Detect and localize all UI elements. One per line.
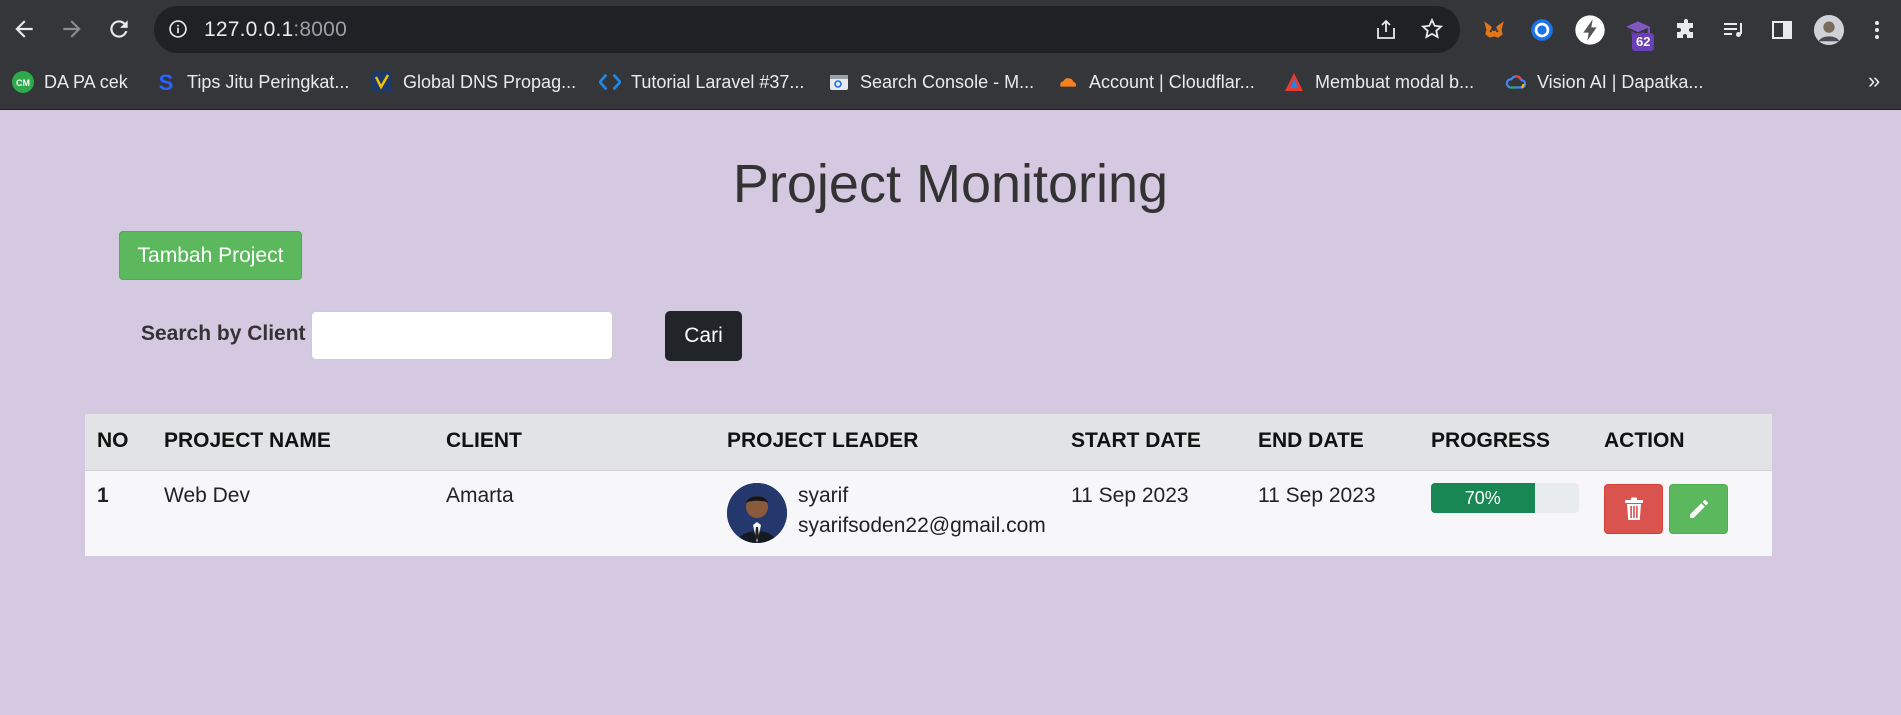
header-action: ACTION xyxy=(1604,429,1685,452)
more-bookmarks-button[interactable]: » xyxy=(1868,68,1880,94)
trash-icon xyxy=(1624,497,1643,520)
search-label: Search by Client xyxy=(141,322,306,345)
pencil-icon xyxy=(1689,500,1708,518)
arrow-left-icon xyxy=(15,20,33,38)
code-icon xyxy=(599,71,621,93)
header-client: CLIENT xyxy=(446,429,522,452)
header-progress: PROGRESS xyxy=(1431,429,1551,452)
dns-icon xyxy=(371,71,393,93)
row-client: Amarta xyxy=(446,484,514,507)
profile-avatar[interactable] xyxy=(1813,14,1845,46)
puzzle-icon[interactable] xyxy=(1670,14,1702,46)
svg-text:S: S xyxy=(159,71,174,93)
leader-avatar xyxy=(727,483,787,543)
info-icon[interactable] xyxy=(168,19,188,39)
header-start-date: START DATE xyxy=(1071,429,1201,452)
edit-button[interactable] xyxy=(1669,484,1728,534)
back-button[interactable] xyxy=(9,14,39,44)
side-panel-icon[interactable] xyxy=(1766,14,1798,46)
search-client-input[interactable] xyxy=(311,311,613,360)
cloudflare-icon xyxy=(1057,71,1079,93)
header-project-name: PROJECT NAME xyxy=(164,429,331,452)
triangle-icon xyxy=(1283,71,1305,93)
star-icon[interactable] xyxy=(1420,17,1444,41)
header-end-date: END DATE xyxy=(1258,429,1364,452)
reading-list-icon[interactable] xyxy=(1718,14,1750,46)
reload-button[interactable] xyxy=(104,14,134,44)
header-project-leader: PROJECT LEADER xyxy=(727,429,919,452)
cm-icon: CM xyxy=(12,71,34,93)
svg-text:CM: CM xyxy=(16,78,30,88)
address-bar[interactable]: 127.0.0.1:8000 xyxy=(154,6,1460,53)
bolt-extension-icon[interactable] xyxy=(1574,14,1606,46)
bookmark-membuat-modal[interactable]: Membuat modal b... xyxy=(1283,70,1474,94)
reload-icon xyxy=(110,20,128,38)
google-cloud-icon xyxy=(1505,71,1527,93)
bookmark-vision-ai[interactable]: Vision AI | Dapatka... xyxy=(1505,70,1703,94)
search-console-icon xyxy=(828,71,850,93)
bookmark-tips-jitu[interactable]: S Tips Jitu Peringkat... xyxy=(155,70,350,94)
browser-toolbar: 127.0.0.1:8000 62 xyxy=(0,0,1901,59)
bookmark-search-console[interactable]: Search Console - M... xyxy=(828,70,1034,94)
s-icon: S xyxy=(155,71,177,93)
arrow-right-icon xyxy=(63,20,81,38)
row-end-date: 11 Sep 2023 xyxy=(1258,484,1376,507)
row-leader-email: syarifsoden22@gmail.com xyxy=(798,514,1046,537)
bookmark-da-pa-cek[interactable]: CM DA PA cek xyxy=(12,70,128,94)
delete-button[interactable] xyxy=(1604,484,1663,534)
search-button[interactable]: Cari xyxy=(665,311,742,361)
add-project-button[interactable]: Tambah Project xyxy=(119,231,302,280)
projects-table: NO PROJECT NAME CLIENT PROJECT LEADER ST… xyxy=(85,414,1772,556)
table-header: NO PROJECT NAME CLIENT PROJECT LEADER ST… xyxy=(85,414,1772,471)
bookmark-global-dns[interactable]: Global DNS Propag... xyxy=(371,70,576,94)
sync-extension-icon[interactable] xyxy=(1526,14,1558,46)
table-row: 1 Web Dev Amarta syarif syarifsoden22@gm… xyxy=(85,471,1772,556)
progress-fill: 70% xyxy=(1431,483,1535,513)
row-no: 1 xyxy=(97,484,109,507)
bookmark-cloudflare[interactable]: Account | Cloudflar... xyxy=(1057,70,1255,94)
metamask-icon[interactable] xyxy=(1478,14,1510,46)
row-leader-name: syarif xyxy=(798,484,849,507)
row-start-date: 11 Sep 2023 xyxy=(1071,484,1189,507)
bookmark-tutorial-laravel[interactable]: Tutorial Laravel #37... xyxy=(599,70,804,94)
header-no: NO xyxy=(97,429,129,452)
extension-badge: 62 xyxy=(1632,33,1655,51)
url-text: 127.0.0.1:8000 xyxy=(204,18,347,41)
share-icon[interactable] xyxy=(1374,18,1398,42)
page-title: Project Monitoring xyxy=(732,154,1169,214)
forward-button[interactable] xyxy=(57,14,87,44)
row-project-name: Web Dev xyxy=(164,484,250,507)
menu-kebab-icon[interactable] xyxy=(1861,14,1893,46)
progress-bar: 70% xyxy=(1431,483,1579,513)
